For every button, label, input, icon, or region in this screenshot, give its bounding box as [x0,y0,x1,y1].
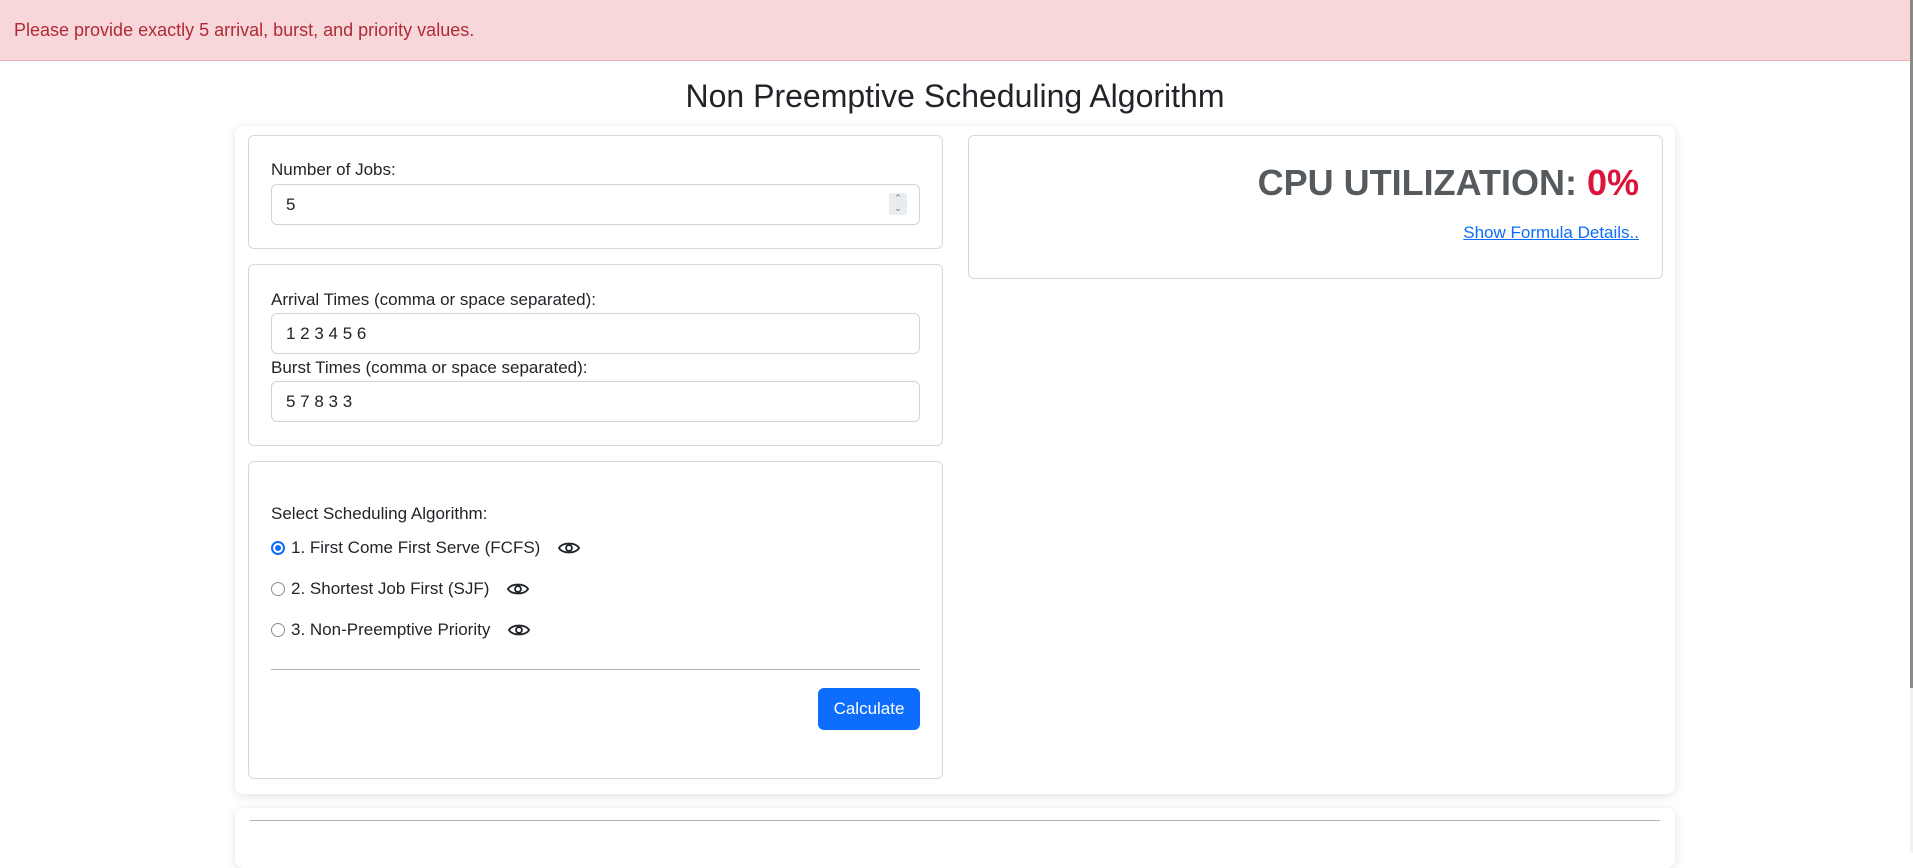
burst-times-input[interactable]: 5 7 8 3 3 [271,381,920,422]
error-alert: Please provide exactly 5 arrival, burst,… [0,0,1910,61]
algorithm-option-label[interactable]: 2. Shortest Job First (SJF) [291,579,489,599]
show-formula-link[interactable]: Show Formula Details.. [1463,223,1639,243]
cpu-utilization-card: CPU UTILIZATION: 0% Show Formula Details… [968,135,1663,279]
algorithm-option-label[interactable]: 1. First Come First Serve (FCFS) [291,538,540,558]
burst-times-value: 5 7 8 3 3 [286,392,353,411]
cpu-utilization-heading: CPU UTILIZATION: 0% [1258,162,1639,204]
algorithm-card: Select Scheduling Algorithm: 1. First Co… [248,461,943,779]
cpu-utilization-label: CPU UTILIZATION: [1257,162,1587,203]
number-spinner[interactable]: ⌃ ⌄ [889,193,907,215]
radio-priority[interactable] [271,623,285,637]
results-divider [250,820,1660,821]
page-title: Non Preemptive Scheduling Algorithm [685,78,1225,114]
jobs-card: Number of Jobs: 5 ⌃ ⌄ [248,135,943,249]
arrival-times-label: Arrival Times (comma or space separated)… [271,290,596,309]
eye-icon[interactable] [558,540,581,556]
results-card [235,808,1675,868]
error-alert-message: Please provide exactly 5 arrival, burst,… [14,20,475,40]
arrival-times-input[interactable]: 1 2 3 4 5 6 [271,313,920,354]
jobs-input-value: 5 [286,195,296,214]
algorithm-option-sjf[interactable]: 2. Shortest Job First (SJF) [271,577,530,601]
chevron-down-icon[interactable]: ⌄ [889,203,907,213]
algorithm-option-fcfs[interactable]: 1. First Come First Serve (FCFS) [271,536,581,560]
jobs-number-input[interactable]: 5 ⌃ ⌄ [271,184,920,225]
radio-fcfs[interactable] [271,541,285,555]
algorithm-divider [271,669,920,670]
times-card: Arrival Times (comma or space separated)… [248,264,943,446]
jobs-label: Number of Jobs: [271,160,396,179]
cpu-utilization-value: 0% [1586,162,1639,203]
algorithm-option-priority[interactable]: 3. Non-Preemptive Priority [271,618,531,642]
algorithm-label: Select Scheduling Algorithm: [271,504,488,523]
burst-times-label: Burst Times (comma or space separated): [271,358,588,377]
eye-icon[interactable] [508,622,531,638]
chevron-up-icon[interactable]: ⌃ [889,193,907,203]
arrival-times-value: 1 2 3 4 5 6 [286,324,367,343]
radio-sjf[interactable] [271,582,285,596]
calculate-button[interactable]: Calculate [818,688,920,730]
eye-icon[interactable] [507,581,530,597]
algorithm-option-label[interactable]: 3. Non-Preemptive Priority [291,620,490,640]
